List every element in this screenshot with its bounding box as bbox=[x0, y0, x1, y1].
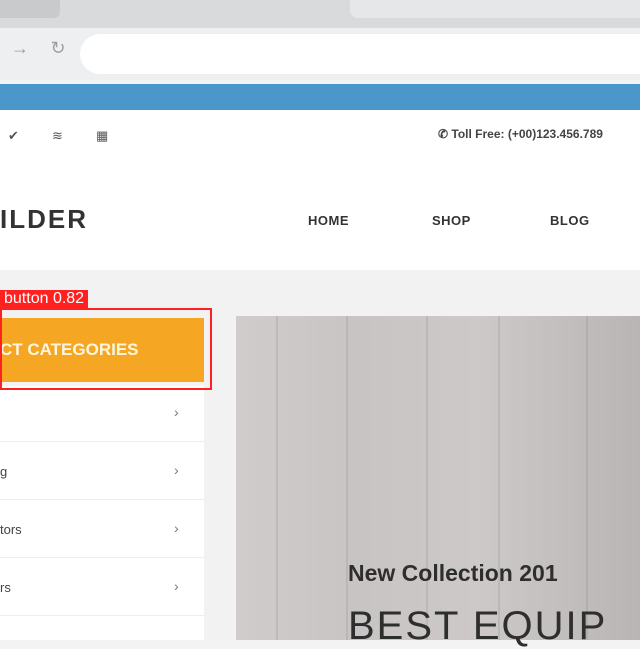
phone-icon: ✆ bbox=[438, 127, 452, 141]
chevron-right-icon: › bbox=[174, 520, 179, 536]
hero-title: BEST EQUIP bbox=[348, 604, 608, 648]
wood-texture-streak bbox=[498, 316, 500, 640]
wood-texture-streak bbox=[586, 316, 588, 640]
blue-banner-strip bbox=[0, 84, 640, 110]
address-bar[interactable] bbox=[80, 34, 640, 74]
hero-subtitle: New Collection 201 bbox=[348, 560, 558, 586]
nav-blog[interactable]: BLOG bbox=[550, 213, 590, 228]
category-label: rs bbox=[0, 580, 11, 595]
chevron-right-icon: › bbox=[174, 578, 179, 594]
detection-score: 0.82 bbox=[52, 290, 85, 307]
chevron-right-icon: › bbox=[174, 404, 179, 420]
wood-texture-streak bbox=[426, 316, 428, 640]
chevron-right-icon: › bbox=[174, 462, 179, 478]
reload-icon[interactable]: ↻ bbox=[48, 38, 68, 58]
category-item[interactable]: g › bbox=[0, 444, 204, 500]
nav-shop[interactable]: SHOP bbox=[432, 213, 471, 228]
forward-arrow-icon[interactable]: → bbox=[10, 38, 30, 58]
rss-icon[interactable]: ≋ bbox=[52, 128, 63, 144]
category-item[interactable]: tors › bbox=[0, 502, 204, 558]
toll-free-phone: ✆ Toll Free: (+00)123.456.789 bbox=[438, 127, 603, 141]
twitter-icon[interactable]: ✔ bbox=[8, 128, 19, 144]
category-list: › g › tors › rs › bbox=[0, 386, 204, 640]
browser-tab[interactable] bbox=[350, 0, 640, 18]
browser-tab[interactable] bbox=[0, 0, 60, 18]
email-icon[interactable]: ▦ bbox=[96, 128, 108, 144]
category-label: g bbox=[0, 464, 8, 479]
hero-banner[interactable] bbox=[236, 316, 640, 640]
detection-box bbox=[0, 308, 212, 390]
nav-home[interactable]: HOME bbox=[308, 213, 349, 228]
toll-free-text: Toll Free: (+00)123.456.789 bbox=[451, 127, 603, 141]
category-item[interactable]: rs › bbox=[0, 560, 204, 616]
detection-label: button 0.82 bbox=[0, 290, 89, 308]
wood-texture-streak bbox=[346, 316, 348, 640]
wood-texture-streak bbox=[276, 316, 278, 640]
category-label: tors bbox=[0, 522, 22, 537]
site-logo[interactable]: ILDER bbox=[0, 204, 88, 235]
category-item[interactable]: › bbox=[0, 386, 204, 442]
detection-class: button bbox=[4, 290, 49, 307]
